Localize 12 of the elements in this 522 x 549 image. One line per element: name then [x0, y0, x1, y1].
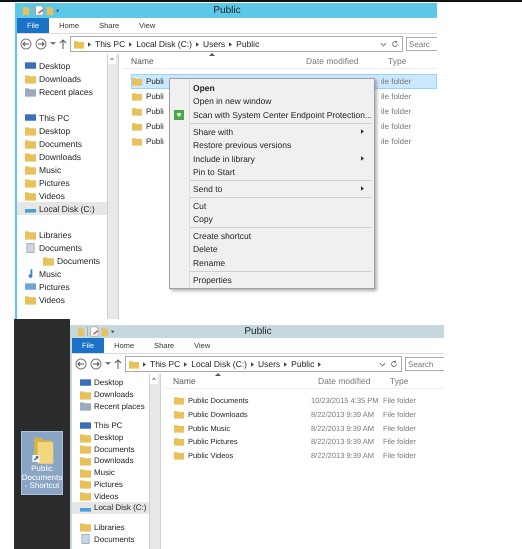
window-title: Public: [213, 5, 241, 16]
file-name: Publi: [146, 137, 164, 146]
file-type: ile folder: [381, 92, 412, 101]
file-type: ile folder: [381, 122, 412, 131]
file-name: Publi: [146, 92, 164, 101]
file-type: ile folder: [381, 77, 412, 86]
file-type: ile folder: [381, 137, 412, 146]
window-title: Public: [244, 326, 272, 337]
file-type: ile folder: [381, 107, 412, 116]
file-name: Publi: [146, 122, 164, 131]
file-name: Publi: [146, 77, 164, 86]
file-name: Publi: [146, 107, 164, 116]
